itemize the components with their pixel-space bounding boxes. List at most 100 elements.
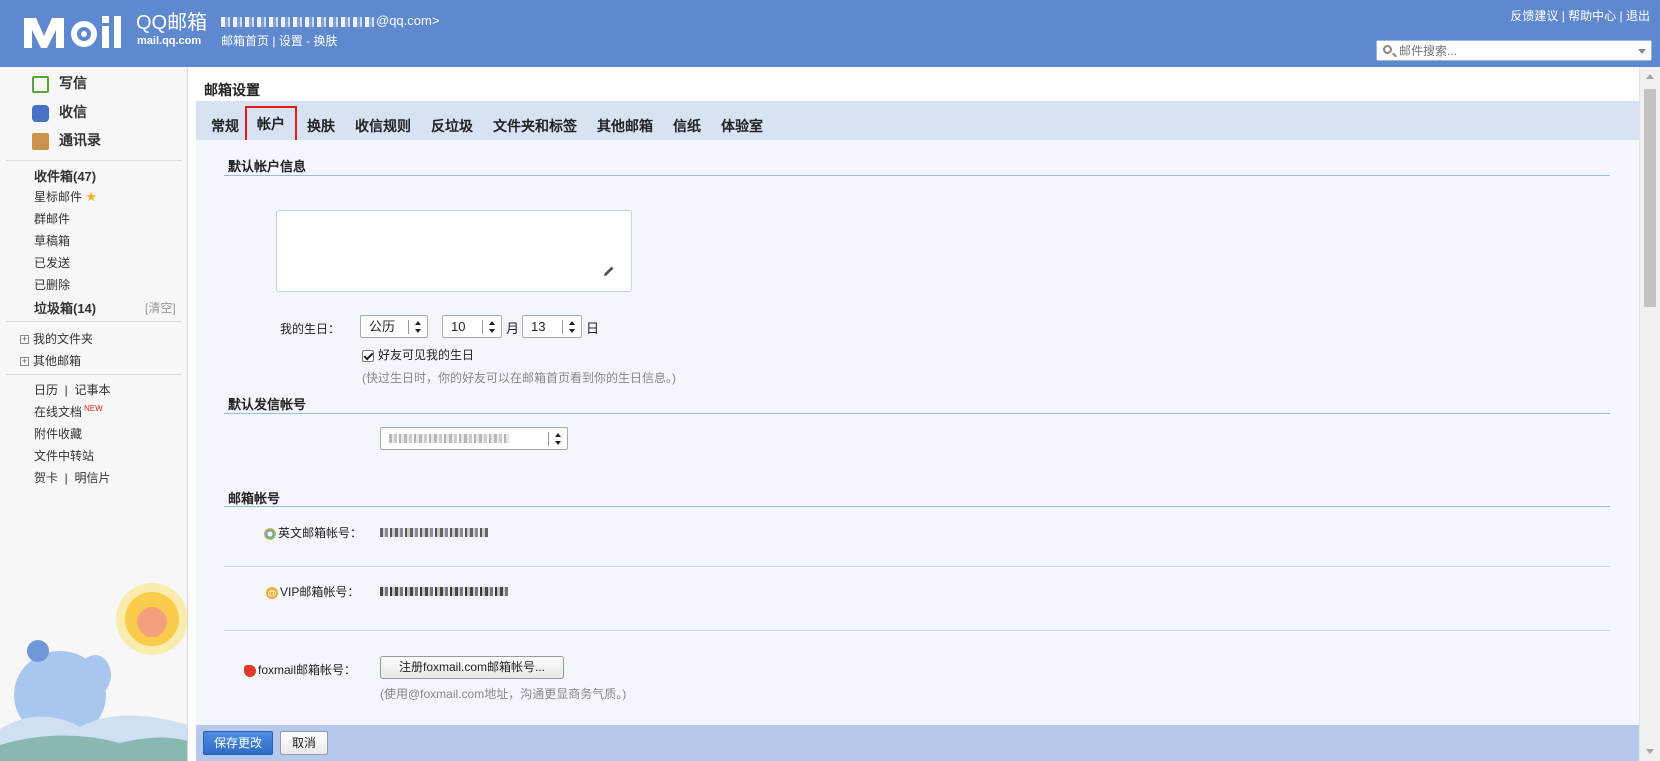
birthday-visible-checkbox[interactable] [362, 349, 374, 362]
tab-lab[interactable]: 体验室 [721, 116, 763, 136]
clear-spam-link[interactable]: [清空] [145, 299, 176, 316]
search-input[interactable] [1399, 42, 1624, 59]
calendar-link[interactable]: 日历 [34, 383, 58, 397]
default-sender-select[interactable] [380, 427, 568, 450]
file-transfer-link[interactable]: 文件中转站 [34, 447, 94, 464]
row-divider [224, 630, 1610, 631]
account-address: @qq.com> [221, 13, 439, 28]
mailbox-home-link[interactable]: 邮箱首页 [221, 34, 269, 48]
notepad-link[interactable]: 记事本 [74, 383, 110, 397]
birthday-visible-option[interactable]: 好友可见我的生日 [362, 346, 474, 363]
folder-sent[interactable]: 已发送 [34, 254, 70, 271]
section-divider [224, 506, 1610, 507]
compose-icon [32, 75, 49, 93]
star-icon: ★ [85, 189, 98, 204]
select-arrows-icon [569, 321, 576, 333]
feedback-link[interactable]: 反馈建议 [1510, 9, 1558, 23]
tab-general[interactable]: 常规 [211, 116, 239, 136]
foxmail-hint: (使用@foxmail.com地址，沟通更显商务气质。) [380, 687, 627, 701]
obscured-sender-address [389, 434, 509, 443]
obscured-english-account [380, 528, 488, 537]
top-links: 邮箱首页 | 设置 - 换肤 [221, 34, 338, 48]
account-settings-content: 默认帐户信息 我的生日： 公历 10 月 13 日 好友可见我的生日 (快过生日… [196, 140, 1639, 725]
sidebar: 写信 收信 通讯录 收件箱(47) 星标邮件 ★ 群邮件 草稿箱 已发送 已删除… [0, 67, 188, 761]
foxmail-account-label: foxmail邮箱帐号： [244, 661, 356, 678]
expand-plus-icon[interactable]: + [20, 357, 29, 367]
attachments-link[interactable]: 附件收藏 [34, 425, 82, 442]
qq-mail-logo[interactable] [22, 12, 126, 52]
obscured-username [221, 16, 376, 27]
folder-drafts[interactable]: 草稿箱 [34, 232, 70, 249]
tab-folders-tags[interactable]: 文件夹和标签 [493, 116, 577, 136]
tab-antispam[interactable]: 反垃圾 [431, 116, 473, 136]
receive-button[interactable]: 收信 [32, 102, 87, 122]
brand-name: QQ邮箱 [136, 12, 208, 34]
cancel-button[interactable]: 取消 [280, 731, 328, 755]
calendar-notepad-row: 日历 | 记事本 [34, 383, 111, 397]
settings-tabs: 常规 帐户 换肤 收信规则 反垃圾 文件夹和标签 其他邮箱 信纸 体验室 [196, 101, 1639, 142]
section-mailbox-accounts: 邮箱帐号 [228, 491, 281, 506]
my-folders-group[interactable]: + 我的文件夹 [20, 330, 93, 347]
scroll-up-arrow-icon[interactable] [1646, 74, 1654, 79]
search-icon [1383, 45, 1392, 54]
save-button[interactable]: 保存更改 [203, 731, 273, 755]
birth-day-select[interactable]: 13 [522, 315, 582, 338]
folder-group-mail[interactable]: 群邮件 [34, 210, 70, 227]
birthday-label: 我的生日： [280, 322, 341, 336]
expand-plus-icon[interactable]: + [20, 335, 29, 345]
mail-search[interactable] [1376, 40, 1652, 61]
contacts-icon [32, 132, 49, 150]
account-suffix: @qq.com> [376, 13, 440, 28]
register-foxmail-button[interactable]: 注册foxmail.com邮箱帐号... [380, 656, 564, 679]
calendar-type-select[interactable]: 公历 [360, 315, 428, 338]
action-bar: 保存更改 取消 [196, 725, 1639, 761]
folder-starred[interactable]: 星标邮件 ★ [34, 188, 97, 205]
cards-row: 贺卡 | 明信片 [34, 471, 111, 485]
tab-account[interactable]: 帐户 [245, 106, 297, 142]
decorative-illustration [0, 583, 187, 761]
tab-stationery[interactable]: 信纸 [673, 116, 701, 136]
logout-link[interactable]: 退出 [1626, 9, 1650, 23]
birth-month-select[interactable]: 10 [442, 315, 502, 338]
brand-domain: mail.qq.com [137, 35, 202, 47]
divider [6, 374, 182, 375]
compose-button[interactable]: 写信 [32, 73, 87, 93]
folder-deleted[interactable]: 已删除 [34, 276, 70, 293]
settings-panel: 邮箱设置 常规 帐户 换肤 收信规则 反垃圾 文件夹和标签 其他邮箱 信纸 体验… [196, 67, 1639, 761]
tab-skin[interactable]: 换肤 [307, 116, 335, 136]
obscured-vip-account [380, 587, 510, 596]
select-arrows-icon [555, 433, 562, 445]
other-mailboxes-group[interactable]: + 其他邮箱 [20, 352, 81, 369]
help-link[interactable]: 帮助中心 [1568, 9, 1616, 23]
folder-spam[interactable]: 垃圾箱(14) [34, 298, 96, 317]
search-dropdown-icon[interactable] [1638, 49, 1646, 54]
birthday-hint: (快过生日时，你的好友可以在邮箱首页看到你的生日信息。) [362, 371, 676, 385]
section-default-account-info: 默认帐户信息 [228, 159, 307, 174]
divider [6, 160, 182, 161]
vip-at-icon: @ [266, 586, 278, 599]
edit-pencil-icon[interactable] [603, 265, 615, 277]
contacts-button[interactable]: 通讯录 [32, 130, 101, 150]
tab-mail-rules[interactable]: 收信规则 [355, 116, 411, 136]
folder-inbox[interactable]: 收件箱(47) [34, 166, 96, 185]
divider [6, 321, 182, 322]
scrollbar-thumb[interactable] [1644, 89, 1656, 307]
postcard-link[interactable]: 明信片 [74, 471, 110, 485]
settings-link[interactable]: 设置 [279, 34, 303, 48]
profile-box[interactable] [276, 210, 632, 292]
online-docs-link[interactable]: 在线文档 NEW [34, 403, 103, 420]
select-arrows-icon [415, 321, 422, 333]
row-divider [224, 566, 1610, 567]
section-divider [224, 175, 1610, 176]
section-divider [224, 413, 1610, 414]
scroll-down-arrow-icon[interactable] [1646, 749, 1654, 754]
english-account-label: 英文邮箱帐号： [264, 524, 362, 541]
page-title: 邮箱设置 [204, 82, 260, 98]
month-unit: 月 [506, 321, 520, 336]
tab-other-mailboxes[interactable]: 其他邮箱 [597, 116, 653, 136]
header-right-links: 反馈建议 | 帮助中心 | 退出 [1510, 9, 1650, 23]
page-scrollbar[interactable] [1639, 67, 1660, 761]
foxmail-icon [244, 664, 256, 677]
skin-link[interactable]: 换肤 [314, 34, 338, 48]
greeting-card-link[interactable]: 贺卡 [34, 471, 58, 485]
